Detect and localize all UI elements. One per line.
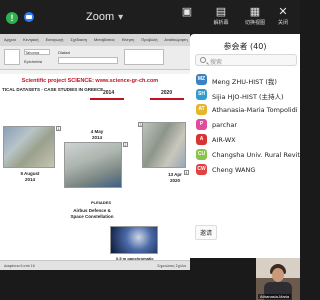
- year-2014-line: [90, 98, 124, 100]
- ppt-menu-bar: Αρχείο Κεντρική Εισαγωγή Σχέδιαση Μεταβά…: [0, 34, 190, 46]
- search-icon: [200, 57, 206, 63]
- participant-name: Cheng WANG: [212, 166, 256, 174]
- caption-4-may-2014: 4 May 2014: [90, 129, 104, 140]
- close-button[interactable]: ✕ 关闭: [266, 5, 300, 26]
- ribbon-item-layout[interactable]: Diataxi: [58, 50, 70, 55]
- notes-comments[interactable]: Σημειώσεις Σχόλια: [157, 264, 186, 268]
- font-name: Tahoma: [25, 50, 40, 55]
- participants-list: MZ Meng ZHU-HIST (我) SH Sijia HJO-HIST (…: [190, 72, 300, 177]
- menu-item-slideshow[interactable]: Προβολή: [141, 37, 157, 42]
- participant-row[interactable]: MZ Meng ZHU-HIST (我): [190, 72, 300, 87]
- participant-name: Meng ZHU-HIST (我): [212, 78, 277, 86]
- ppt-status-bar: Διαφάνεια 6 από 16 Σημειώσεις Σχόλια: [0, 260, 190, 270]
- video-person-face: [272, 268, 284, 282]
- participant-row[interactable]: A AIR-WX: [190, 132, 300, 147]
- image-number-chip: 2: [123, 142, 128, 147]
- paste-button[interactable]: [4, 49, 20, 65]
- participant-row[interactable]: AT Athanasia-Maria Tompolidi: [190, 102, 300, 117]
- screen-icon: ▤: [215, 6, 227, 18]
- security-shield-icon[interactable]: !: [6, 12, 18, 24]
- year-2020-line: [150, 98, 184, 100]
- menu-item-home[interactable]: Κεντρική: [23, 37, 38, 42]
- participants-panel: 参会者 (40) 搜索 MZ Meng ZHU-HIST (我) SH Siji…: [190, 34, 300, 258]
- year-2020-label: 2020: [161, 90, 173, 96]
- slide-subtitle: TICAL DATASETS - CASE STUDIES IN GREECE: [2, 87, 104, 92]
- search-placeholder: 搜索: [210, 59, 223, 66]
- participant-row[interactable]: P parchar: [190, 117, 300, 132]
- menu-item-file[interactable]: Αρχείο: [4, 37, 16, 42]
- caption-pleiades: PLEIADES: [90, 200, 111, 205]
- paragraph-group[interactable]: [124, 49, 164, 65]
- avatar: CU: [196, 149, 207, 160]
- caption-airbus: Airbus Defence & Space Constellation: [70, 208, 114, 219]
- caption-13-apr-2020: 13 Apr 2020: [168, 172, 182, 183]
- avatar: P: [196, 119, 207, 130]
- recording-info-icon[interactable]: [24, 12, 34, 22]
- view-toggle-icon: ▣: [181, 6, 193, 18]
- ppt-ribbon: Tahoma Epicheirisi Diataxi: [0, 46, 190, 70]
- close-icon: ✕: [278, 6, 288, 18]
- view-toggle-button[interactable]: ▣: [170, 5, 204, 19]
- satellite-image-2014-aug: [3, 126, 55, 168]
- caption-5-august-2014: 5 August 2014: [20, 171, 40, 182]
- participant-name: parchar: [212, 121, 237, 129]
- shared-screen: Αρχείο Κεντρική Εισαγωγή Σχέδιαση Μεταβά…: [0, 34, 190, 270]
- participant-name: Athanasia-Maria Tompolidi: [212, 106, 298, 114]
- participant-video-tile[interactable]: Athanasia-Maria: [256, 258, 300, 300]
- participants-title: 参会者 (40): [223, 42, 267, 51]
- video-name-label: Athanasia-Maria: [258, 294, 292, 299]
- slide-title: Scientific project SCIENCE: www.science-…: [21, 78, 159, 84]
- avatar: SH: [196, 89, 207, 100]
- participant-name: Changsha Univ. Rural Revit: [212, 151, 300, 159]
- slide-counter: Διαφάνεια 6 από 16: [4, 264, 35, 268]
- menu-item-transitions[interactable]: Μεταβάσεις: [94, 37, 115, 42]
- avatar: A: [196, 134, 207, 145]
- satellite-image-2014-may: [64, 142, 122, 188]
- image-number-chip: 1: [56, 126, 61, 131]
- close-label: 关闭: [277, 20, 288, 26]
- year-2014-label: 2014: [103, 90, 115, 96]
- participant-row[interactable]: CW Cheng WANG: [190, 162, 300, 177]
- menu-item-animation[interactable]: Κίνηση: [122, 37, 134, 42]
- switch-view-label: 切换视图: [244, 20, 265, 26]
- screen-button[interactable]: ▤ 解析幕: [204, 5, 238, 26]
- zoom-top-bar: ! Zoom ▣ ▤ 解析幕 ▦ 切换视图 ✕ 关闭: [0, 0, 300, 34]
- menu-item-design[interactable]: Σχέδιαση: [70, 37, 86, 42]
- satellite-image-2020-apr: [142, 122, 186, 168]
- participants-search-input[interactable]: 搜索: [195, 54, 297, 66]
- ribbon-item-new-slide[interactable]: Epicheirisi: [24, 59, 42, 64]
- menu-item-insert[interactable]: Εισαγωγή: [46, 37, 64, 42]
- menu-item-review[interactable]: Αναθεώρηση: [164, 37, 187, 42]
- invite-button[interactable]: 邀请: [195, 225, 218, 240]
- avatar: AT: [196, 104, 207, 115]
- participant-row[interactable]: SH Sijia HJO-HIST (主持人): [190, 87, 300, 102]
- image-number-chip: 3: [138, 122, 143, 127]
- participant-row[interactable]: CU Changsha Univ. Rural Revit: [190, 147, 300, 162]
- screen-label: 解析幕: [213, 20, 229, 26]
- avatar: MZ: [196, 74, 207, 85]
- avatar: CW: [196, 164, 207, 175]
- window-title[interactable]: Zoom: [86, 11, 123, 23]
- participant-name: AIR-WX: [212, 136, 236, 144]
- slide: Scientific project SCIENCE: www.science-…: [0, 74, 190, 266]
- participant-name: Sijia HJO-HIST (主持人): [212, 93, 284, 101]
- pleiades-satellite-image: [110, 226, 158, 254]
- font-format-group[interactable]: [58, 57, 118, 64]
